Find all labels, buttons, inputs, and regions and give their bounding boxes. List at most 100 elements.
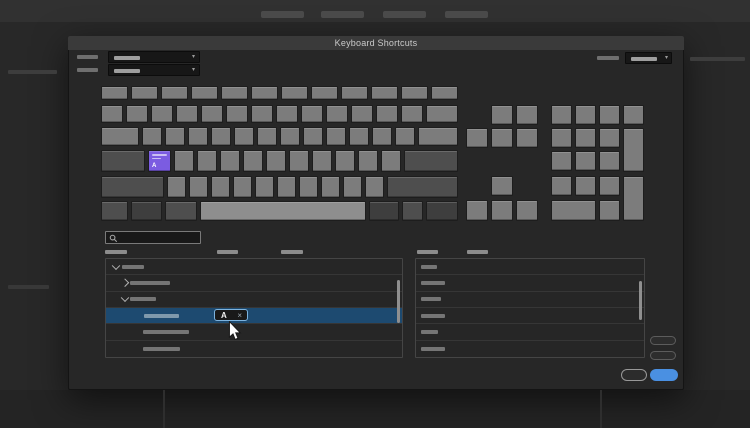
menu-item-placeholder[interactable]: [261, 11, 304, 18]
keyboard-key[interactable]: [289, 150, 309, 172]
keyboard-key[interactable]: [372, 127, 392, 146]
keyboard-key[interactable]: [551, 105, 572, 125]
chevron-down-icon[interactable]: [111, 261, 121, 270]
shortcut-row[interactable]: [416, 292, 644, 308]
keyboard-key[interactable]: [234, 127, 254, 146]
primary-button[interactable]: [650, 369, 678, 381]
remove-shortcut-icon[interactable]: ×: [237, 311, 242, 321]
top-right-dropdown[interactable]: ▾: [625, 52, 672, 64]
menu-item-placeholder[interactable]: [321, 11, 364, 18]
command-row[interactable]: [106, 275, 402, 292]
keyboard-key[interactable]: [491, 105, 513, 125]
keyboard-key[interactable]: [165, 127, 185, 146]
keyboard-key[interactable]: [426, 201, 458, 221]
key-a-highlighted[interactable]: A: [148, 150, 171, 172]
command-row[interactable]: [106, 341, 402, 357]
keyboard-key[interactable]: [418, 127, 458, 146]
keyboard-key[interactable]: [387, 176, 458, 198]
keyboard-key[interactable]: [281, 86, 308, 100]
keyboard-key[interactable]: [426, 105, 458, 123]
shortcut-key-badge[interactable]: A ×: [214, 308, 248, 321]
keyboard-key[interactable]: [516, 128, 538, 148]
keyboard-key[interactable]: [401, 105, 423, 123]
keyboard-key[interactable]: [575, 105, 596, 125]
keyboard-key[interactable]: [401, 86, 428, 100]
shortcut-row[interactable]: [416, 308, 644, 325]
layout-dropdown[interactable]: ▾: [108, 51, 200, 63]
keyboard-key[interactable]: [599, 176, 620, 196]
command-row[interactable]: [106, 259, 402, 276]
keyboard-key[interactable]: [251, 86, 278, 100]
keyboard-key[interactable]: [491, 128, 513, 148]
side-pill-button-2[interactable]: [650, 351, 676, 360]
keyboard-key[interactable]: [599, 200, 620, 221]
keyboard-key[interactable]: [326, 127, 346, 146]
keyboard-key[interactable]: [131, 86, 158, 100]
side-pill-button-1[interactable]: [650, 336, 676, 345]
keyboard-key[interactable]: [200, 201, 366, 221]
keyboard-key[interactable]: [623, 128, 644, 172]
keyboard-key[interactable]: [623, 105, 644, 125]
keyboard-key[interactable]: [312, 150, 332, 172]
keyboard-key[interactable]: [101, 150, 145, 172]
keyboard-key[interactable]: [376, 105, 398, 123]
keyboard-key[interactable]: [280, 127, 300, 146]
keyboard-key[interactable]: [311, 86, 338, 100]
keyboard-key[interactable]: [303, 127, 323, 146]
keyboard-key[interactable]: [395, 127, 415, 146]
keyboard-key[interactable]: [126, 105, 148, 123]
keyboard-key[interactable]: [197, 150, 217, 172]
keyboard-key[interactable]: [371, 86, 398, 100]
secondary-button[interactable]: [621, 369, 647, 381]
keyboard-key[interactable]: [101, 176, 164, 198]
keyboard-key[interactable]: [174, 150, 194, 172]
keyboard-key[interactable]: [599, 128, 620, 148]
keyboard-key[interactable]: [266, 150, 286, 172]
shortcut-row[interactable]: [416, 324, 644, 341]
keyboard-key[interactable]: [221, 86, 248, 100]
keyboard-key[interactable]: [201, 105, 223, 123]
keyboard-key[interactable]: [131, 201, 162, 221]
keyboard-key[interactable]: [211, 176, 230, 198]
keyboard-key[interactable]: [151, 105, 173, 123]
keyboard-key[interactable]: [321, 176, 340, 198]
command-row-selected[interactable]: A ×: [106, 307, 402, 325]
keyboard-key[interactable]: [326, 105, 348, 123]
keyboard-key[interactable]: [575, 128, 596, 148]
command-row[interactable]: [106, 292, 402, 308]
keyboard-key[interactable]: [351, 105, 373, 123]
keyboard-key[interactable]: [191, 86, 218, 100]
search-input[interactable]: [105, 231, 201, 244]
keyboard-key[interactable]: [466, 128, 488, 148]
shortcut-row[interactable]: [416, 259, 644, 276]
keyboard-key[interactable]: [276, 105, 298, 123]
keyboard-key[interactable]: [491, 176, 513, 196]
keyboard-key[interactable]: [255, 176, 274, 198]
keyboard-key[interactable]: [516, 200, 538, 221]
shortcut-row[interactable]: [416, 275, 644, 292]
keyboard-key[interactable]: [491, 200, 513, 221]
keyboard-key[interactable]: [402, 201, 423, 221]
keyboard-key[interactable]: [211, 127, 231, 146]
keyboard-key[interactable]: [188, 127, 208, 146]
keyboard-key[interactable]: [233, 176, 252, 198]
keyboard-key[interactable]: [466, 200, 488, 221]
keyboard-key[interactable]: [599, 105, 620, 125]
keyboard-key[interactable]: [243, 150, 263, 172]
keyboard-key[interactable]: [575, 176, 596, 196]
chevron-down-icon[interactable]: [120, 293, 130, 303]
keyboard-key[interactable]: [381, 150, 401, 172]
chevron-right-icon[interactable]: [120, 278, 130, 287]
keyboard-key[interactable]: [369, 201, 399, 221]
keyboard-key[interactable]: [142, 127, 162, 146]
menu-item-placeholder[interactable]: [445, 11, 488, 18]
keyboard-key[interactable]: [551, 200, 596, 221]
left-scrollbar-thumb[interactable]: [397, 280, 400, 323]
keyboard-key[interactable]: [226, 105, 248, 123]
keyboard-key[interactable]: [551, 151, 572, 171]
keyboard-key[interactable]: [101, 105, 123, 123]
keyboard-key[interactable]: [251, 105, 273, 123]
keyboard-key[interactable]: [404, 150, 458, 172]
keyboard-key[interactable]: [299, 176, 318, 198]
keyboard-key[interactable]: [358, 150, 378, 172]
